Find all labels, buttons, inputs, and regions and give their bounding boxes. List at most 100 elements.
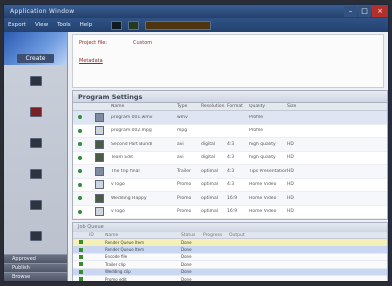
- sidebar-item[interactable]: [4, 65, 67, 96]
- metadata-link[interactable]: Metadata: [79, 58, 103, 64]
- table-row[interactable]: program 002.mpg mpg Profile: [73, 125, 387, 138]
- sidebar-item[interactable]: [4, 96, 67, 127]
- status-dot-icon: [78, 128, 82, 133]
- table-row[interactable]: Wedding Happy Promo optimal 16:9 Home Video H…: [73, 192, 387, 206]
- project-file-link[interactable]: Project file:: [79, 40, 107, 46]
- thumb-cell: [87, 153, 111, 163]
- status-cell: [73, 128, 87, 133]
- table-row[interactable]: Team Edit avi digital 4:3 high quality HD: [73, 152, 387, 165]
- publish-button[interactable]: Publish: [4, 263, 67, 272]
- lower-title: Job Queue: [73, 223, 387, 232]
- cell-type: Promo: [177, 182, 192, 188]
- cell-size: HD: [287, 168, 294, 174]
- cell-size: HD: [287, 141, 294, 147]
- status-dot-icon: [78, 182, 82, 187]
- sidebar-item[interactable]: [4, 189, 67, 220]
- film-icon[interactable]: [128, 20, 140, 30]
- status-cell: [73, 247, 89, 252]
- status-cell: [73, 169, 87, 174]
- list-item[interactable]: Wedding clip Done: [73, 268, 387, 276]
- thumbnail: [94, 166, 104, 176]
- approved-button[interactable]: Approved: [4, 254, 67, 263]
- col-status[interactable]: Status: [181, 233, 203, 238]
- cell-type: Trailer: [177, 168, 191, 174]
- cell-format: 16:9: [227, 209, 238, 215]
- panel-title: Program Settings: [73, 91, 387, 103]
- cell-name: Render Queue Item: [105, 239, 145, 245]
- col-output[interactable]: Output: [229, 233, 253, 238]
- status-square-icon: [79, 247, 83, 252]
- job-queue-panel: Job Queue ID Name Status Progress Output…: [72, 222, 388, 281]
- monitor-icon: [29, 75, 42, 86]
- list-item[interactable]: Trailer clip Done: [73, 261, 387, 269]
- cell-name: Render Queue Item: [105, 247, 145, 253]
- cell-type: Promo: [177, 209, 192, 215]
- custom-link[interactable]: Custom: [133, 40, 152, 46]
- list-item[interactable]: Render Queue Item Done: [73, 239, 387, 247]
- cell-quality: Home Video: [249, 209, 277, 215]
- cell-name: Team Edit: [111, 155, 134, 161]
- menu-export[interactable]: Export: [8, 22, 26, 28]
- col-format[interactable]: Format: [227, 104, 249, 109]
- table-row[interactable]: Second Part Bundl avi digital 4:3 high quali…: [73, 138, 387, 152]
- status-dot-icon: [78, 155, 82, 160]
- list-item[interactable]: Promo edit Done: [73, 275, 387, 282]
- cell-type: mpg: [177, 128, 188, 134]
- cell-resolution: optimal: [201, 168, 219, 174]
- col-size[interactable]: Size: [287, 104, 309, 109]
- table-row[interactable]: v logo Promo optimal 16:9 Home Video HD: [73, 206, 387, 219]
- thumbnail: [94, 180, 104, 190]
- record-icon: [29, 106, 42, 117]
- status-cell: [73, 115, 87, 120]
- col-id[interactable]: ID: [89, 233, 105, 238]
- col-quality[interactable]: Quality: [249, 104, 287, 109]
- menu-view[interactable]: View: [35, 22, 48, 28]
- col-name[interactable]: Name: [105, 233, 165, 238]
- table-row[interactable]: program 001.wmv wmv Profile: [73, 111, 387, 125]
- thumbnail: [94, 112, 104, 122]
- col-progress[interactable]: Progress: [203, 233, 229, 238]
- sidebar: Create Approved Publish Browse: [4, 32, 68, 281]
- status-dot-icon: [78, 142, 82, 147]
- cell-name: Promo edit: [105, 276, 127, 282]
- cell-name: Encode file: [105, 254, 128, 260]
- minimize-button[interactable]: –: [344, 6, 357, 17]
- col-resolution[interactable]: Resolution: [201, 104, 227, 109]
- cell-status: Done: [181, 247, 192, 253]
- create-tab[interactable]: Create: [16, 54, 55, 63]
- cell-status: Done: [181, 269, 192, 275]
- cell-size: HD: [287, 155, 294, 161]
- status-square-icon: [79, 262, 83, 267]
- close-button[interactable]: ×: [372, 6, 388, 17]
- list-item[interactable]: Render Queue Item Done: [73, 246, 387, 254]
- film-icon: [29, 137, 42, 148]
- cell-name: Wedding Happy: [111, 195, 147, 201]
- status-square-icon: [79, 269, 83, 274]
- col-type[interactable]: Type: [177, 104, 201, 109]
- monitor-icon[interactable]: [111, 20, 123, 30]
- menu-help[interactable]: Help: [80, 22, 93, 28]
- cell-type: wmv: [177, 114, 188, 120]
- clip-icon[interactable]: [145, 20, 212, 30]
- maximize-button[interactable]: □: [358, 6, 371, 17]
- cell-format: 16:9: [227, 195, 238, 201]
- menu-tools[interactable]: Tools: [57, 22, 71, 28]
- cell-resolution: digital: [201, 141, 215, 147]
- table-row[interactable]: The trip final Trailer optimal 4:3 Tips Pres…: [73, 165, 387, 179]
- table-row[interactable]: v logo Promo optimal 4:3 Home Video HD: [73, 179, 387, 192]
- status-cell: [73, 196, 87, 201]
- info-box: Project file: Custom Metadata: [72, 34, 384, 88]
- cell-name: v logo: [111, 182, 125, 188]
- sidebar-item[interactable]: [4, 220, 67, 251]
- list-item[interactable]: Encode file Done: [73, 253, 387, 262]
- cell-status: Done: [181, 239, 192, 245]
- sidebar-item[interactable]: [4, 127, 67, 158]
- status-square-icon: [79, 240, 83, 245]
- cell-size: HD: [287, 182, 294, 188]
- thumb-cell: [87, 207, 111, 217]
- browse-button[interactable]: Browse: [4, 272, 67, 281]
- menu-bar: Export View Tools Help: [4, 18, 388, 32]
- sidebar-item[interactable]: [4, 158, 67, 189]
- cell-quality: Home Video: [249, 195, 277, 201]
- col-name[interactable]: Name: [111, 104, 177, 109]
